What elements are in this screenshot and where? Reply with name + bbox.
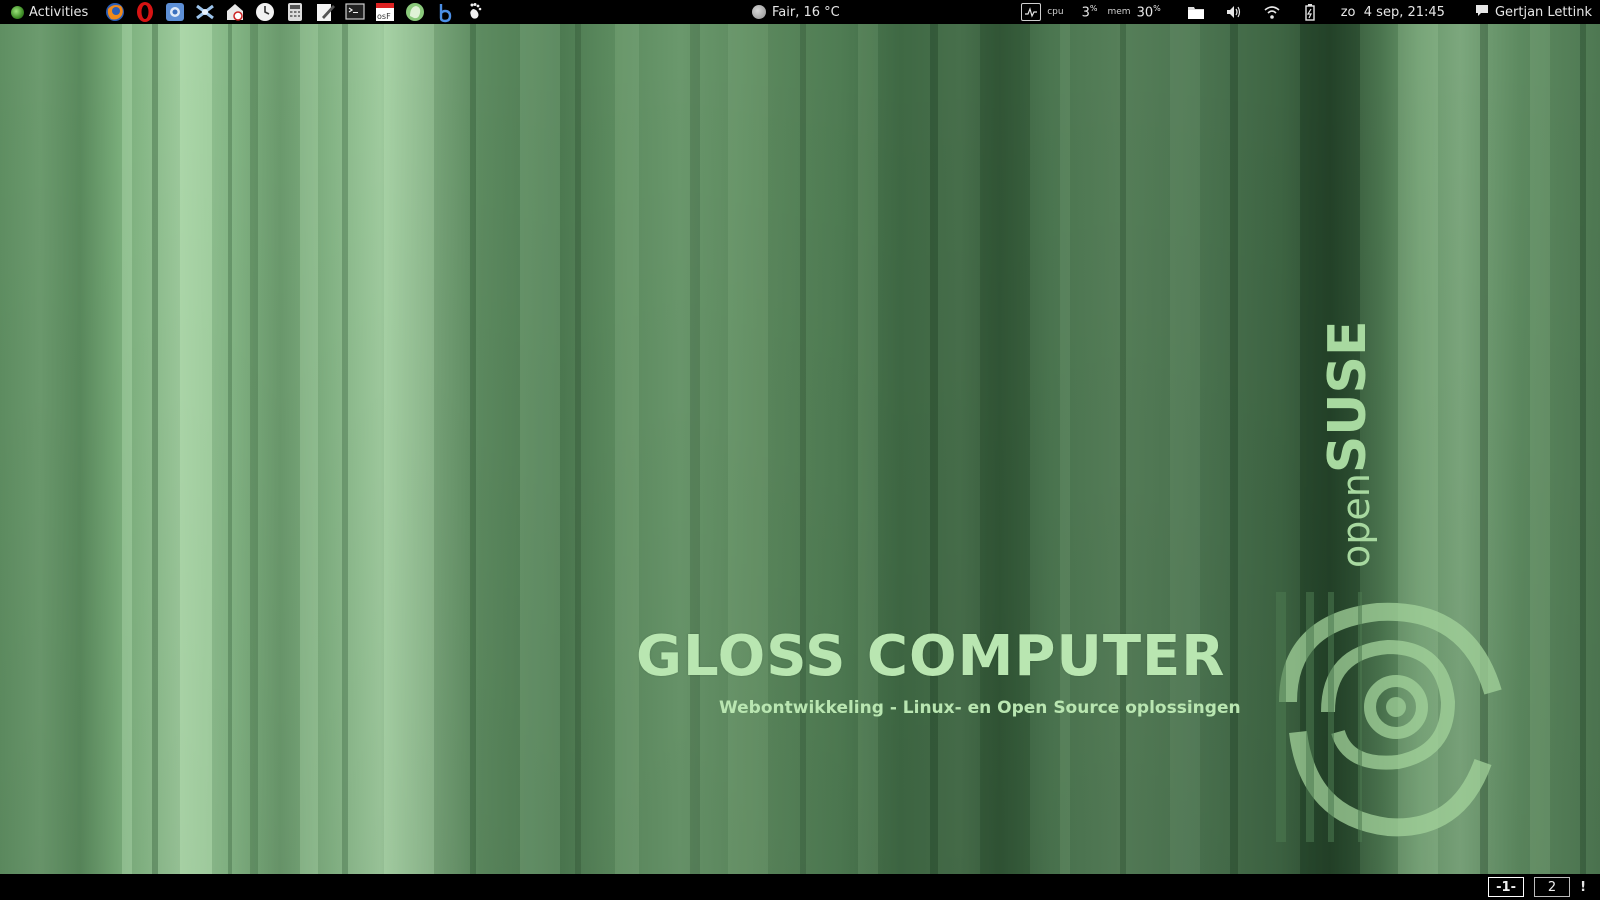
bottom-panel: -1- 2 ! — [0, 874, 1600, 900]
wallpaper-stripe — [152, 24, 158, 874]
workspace-1-button[interactable]: -1- — [1488, 877, 1525, 897]
user-menu[interactable]: Gertjan Lettink — [1475, 0, 1592, 24]
wallpaper-stripe — [1580, 24, 1586, 874]
opensuse-logo-text: open SUSE — [1318, 308, 1378, 569]
weather-text: Fair, 16 °C — [772, 4, 840, 20]
bluefish-icon[interactable] — [434, 1, 456, 23]
battery-icon[interactable] — [1299, 1, 1321, 23]
desktop-wallpaper: GLOSS COMPUTER Webontwikkeling - Linux- … — [0, 24, 1600, 874]
wallpaper-stripe — [1230, 24, 1238, 874]
wallpaper-stripe — [1120, 24, 1126, 874]
wallpaper-stripe — [1060, 24, 1070, 874]
cpu-label: cpu — [1047, 7, 1064, 17]
terminal-icon[interactable] — [344, 1, 366, 23]
mem-label: mem — [1107, 7, 1131, 17]
folder-icon[interactable] — [1185, 1, 1207, 23]
wifi-icon[interactable] — [1261, 1, 1283, 23]
message-tray-indicator[interactable]: ! — [1580, 880, 1586, 895]
brand-title: GLOSS COMPUTER — [636, 624, 1226, 689]
activities-icon — [11, 5, 24, 19]
wallpaper-stripe — [690, 24, 700, 874]
wallpaper-stripe — [342, 24, 348, 874]
status-area: cpu 3% mem 30% zo 4 sep, 21:45 Gertjan L… — [1021, 0, 1592, 24]
calculator-icon[interactable] — [284, 1, 306, 23]
opensuse-open-text: open — [1334, 473, 1378, 568]
wallpaper-stripe — [384, 24, 434, 874]
launcher-bar: osF — [104, 1, 494, 23]
system-monitor-icon — [1021, 3, 1042, 21]
weather-indicator[interactable]: Fair, 16 °C — [752, 0, 840, 24]
wallpaper-stripe — [1170, 24, 1200, 874]
wallpaper-stripe — [615, 24, 639, 874]
cpu-value: 3% — [1081, 3, 1098, 21]
mem-value: 30% — [1136, 3, 1161, 21]
user-name: Gertjan Lettink — [1494, 4, 1592, 20]
wallpaper-stripe — [520, 24, 560, 874]
system-monitor[interactable]: cpu 3% mem 30% — [1021, 3, 1161, 21]
wallpaper-stripe — [470, 24, 476, 874]
mail-client-icon[interactable] — [224, 1, 246, 23]
wallpaper-stripe — [180, 24, 212, 874]
wallpaper-stripe — [228, 24, 232, 874]
top-panel: Activities osF Fair, 16 °C cpu 3% mem 30… — [0, 0, 1600, 24]
wallpaper-stripe — [1530, 24, 1550, 874]
gnome-foot-icon[interactable] — [464, 1, 486, 23]
brand-subtitle: Webontwikkeling - Linux- en Open Source … — [719, 698, 1241, 718]
opensuse-suse-text: SUSE — [1318, 320, 1378, 474]
wallpaper-stripe — [930, 24, 938, 874]
chromium-icon[interactable] — [164, 1, 186, 23]
wallpaper-stripe — [728, 24, 768, 874]
clock[interactable]: zo 4 sep, 21:45 — [1341, 0, 1445, 24]
wallpaper-stripe — [980, 24, 1030, 874]
volume-icon[interactable] — [1223, 1, 1245, 23]
wallpaper-stripe — [250, 24, 258, 874]
wallpaper-stripe — [300, 24, 318, 874]
activities-button[interactable]: Activities — [0, 0, 98, 24]
text-editor-icon[interactable] — [314, 1, 336, 23]
firefox-icon[interactable] — [104, 1, 126, 23]
evernote-icon[interactable] — [404, 1, 426, 23]
wallpaper-stripe — [858, 24, 878, 874]
weather-cloud-icon — [752, 5, 766, 19]
wallpaper-stripe — [575, 24, 581, 874]
wallpaper-stripe — [122, 24, 132, 874]
workspace-2-button[interactable]: 2 — [1534, 877, 1571, 897]
chat-bubble-icon — [1475, 4, 1489, 21]
wallpaper-stripe — [800, 24, 806, 874]
activities-label: Activities — [29, 4, 89, 20]
svg-text:osF: osF — [377, 12, 391, 21]
screenshot-tool-icon[interactable]: osF — [374, 1, 396, 23]
clock-app-icon[interactable] — [254, 1, 276, 23]
network-tool-icon[interactable] — [194, 1, 216, 23]
opera-icon[interactable] — [134, 1, 156, 23]
opensuse-gecko-icon — [1276, 592, 1502, 842]
